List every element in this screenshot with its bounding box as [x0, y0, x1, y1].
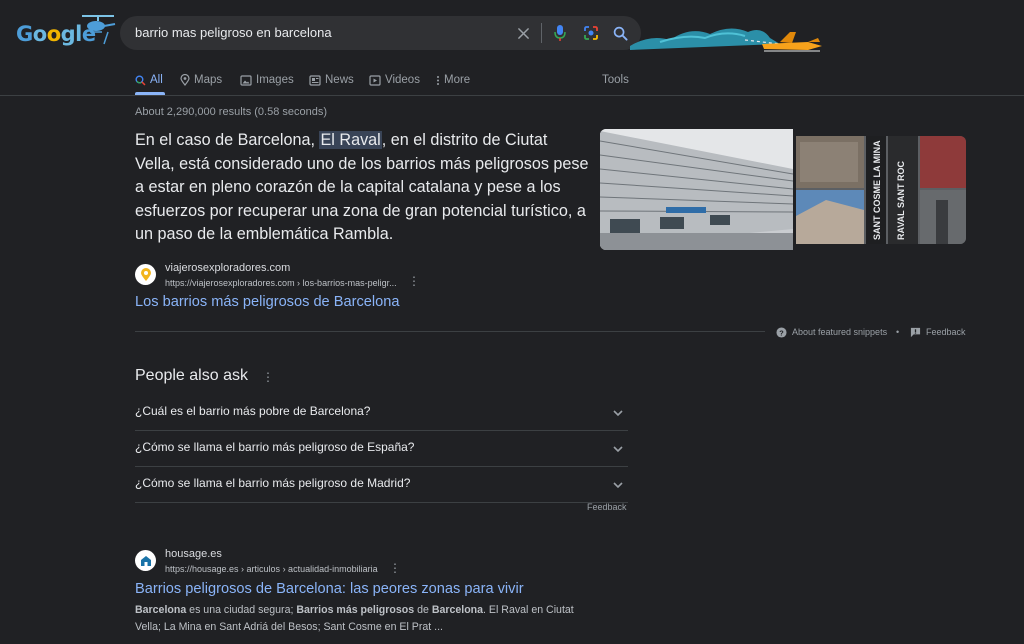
desc-bold: Barcelona — [135, 604, 187, 616]
google-doodle-logo[interactable]: Google — [16, 10, 116, 50]
tools-button[interactable]: Tools — [602, 70, 629, 90]
source-url: https://housage.es › articulos › actuali… — [165, 564, 378, 574]
about-snippets-label: About featured snippets — [792, 327, 888, 337]
tab-more[interactable]: More — [436, 70, 470, 90]
search-box[interactable] — [120, 16, 641, 50]
site-favicon — [135, 550, 156, 571]
tab-label: All — [150, 74, 163, 86]
search-icon[interactable] — [610, 23, 630, 43]
paa-question[interactable]: ¿Cuál es el barrio más pobre de Barcelon… — [135, 395, 628, 431]
featured-snippet-text: En el caso de Barcelona, El Raval, en el… — [135, 129, 590, 247]
tab-label: Images — [256, 74, 294, 86]
more-vert-icon — [437, 75, 439, 85]
paa-question[interactable]: ¿Cómo se llama el barrio más peligroso d… — [135, 467, 628, 503]
more-options-icon[interactable]: ⋮ — [389, 562, 401, 574]
snippet-result-link[interactable]: Los barrios más peligrosos de Barcelona — [135, 294, 399, 310]
paa-question-text: ¿Cómo se llama el barrio más peligroso d… — [135, 476, 411, 490]
featured-image-collage[interactable]: SANT COSME LA MINA RAVAL SANT ROC — [796, 136, 966, 244]
camera-lens-icon[interactable] — [581, 23, 601, 43]
header: Google — [0, 0, 1024, 66]
collage-label-2: RAVAL SANT ROC — [896, 160, 906, 240]
result-description: Barcelona es una ciudad segura; Barrios … — [135, 602, 585, 636]
snippet-text-before: En el caso de Barcelona, — [135, 131, 320, 149]
tools-label: Tools — [602, 74, 629, 86]
desc-bold: Barrios más peligrosos — [296, 604, 415, 616]
site-favicon — [135, 264, 156, 285]
about-featured-snippets-link[interactable]: ? About featured snippets — [776, 325, 887, 339]
result-title-link[interactable]: Barrios peligrosos de Barcelona: las peo… — [135, 581, 524, 597]
paa-question-text: ¿Cuál es el barrio más pobre de Barcelon… — [135, 404, 371, 418]
tab-maps[interactable]: Maps — [180, 70, 222, 90]
desc-text: de — [414, 604, 432, 616]
chevron-down-icon — [613, 446, 623, 453]
doodle-plane-illustration — [630, 28, 822, 52]
tab-label: Maps — [194, 74, 223, 86]
feedback-icon — [910, 327, 921, 337]
feedback-label: Feedback — [926, 327, 966, 337]
tab-label: Videos — [385, 74, 420, 86]
paa-feedback-link[interactable]: Feedback — [587, 502, 627, 512]
help-icon: ? — [776, 326, 787, 338]
result-stats: About 2,290,000 results (0.58 seconds) — [135, 106, 328, 118]
clear-icon[interactable] — [513, 23, 533, 43]
tab-videos[interactable]: Videos — [369, 70, 420, 90]
more-options-icon[interactable]: ⋮ — [408, 275, 420, 287]
search-icon — [135, 74, 146, 86]
people-also-ask-title: People also ask — [135, 367, 248, 384]
paa-question-text: ¿Cómo se llama el barrio más peligroso d… — [135, 440, 415, 454]
image-icon — [240, 74, 252, 86]
source-site-name: viajerosexploradores.com — [165, 262, 291, 274]
chevron-down-icon — [613, 482, 623, 489]
source-site-name: housage.es — [165, 548, 222, 560]
tab-images[interactable]: Images — [240, 70, 294, 90]
chevron-down-icon — [613, 410, 623, 417]
desc-bold: Barcelona — [431, 604, 484, 616]
snippet-feedback-link[interactable]: Feedback — [910, 325, 966, 339]
collage-label-1: SANT COSME LA MINA — [872, 140, 882, 240]
search-input[interactable] — [135, 16, 505, 50]
tab-news[interactable]: News — [309, 70, 354, 90]
microphone-icon[interactable] — [550, 23, 570, 43]
paa-question[interactable]: ¿Cómo se llama el barrio más peligroso d… — [135, 431, 628, 467]
tab-label: More — [444, 74, 471, 86]
helicopter-icon — [82, 15, 116, 45]
snippet-source[interactable]: viajerosexploradores.com https://viajero… — [135, 262, 435, 292]
bullet-separator: • — [896, 327, 900, 337]
source-url: https://viajerosexploradores.com › los-b… — [165, 278, 397, 288]
featured-image-building[interactable] — [600, 129, 793, 250]
news-icon — [309, 74, 321, 86]
desc-text: es una ciudad segura; — [186, 604, 297, 616]
svg-text:?: ? — [779, 328, 784, 337]
tab-all[interactable]: All — [135, 70, 163, 90]
snippet-highlight: El Raval — [319, 131, 382, 149]
paa-more-options-icon[interactable]: ⋮ — [262, 371, 274, 383]
tab-label: News — [325, 74, 354, 86]
search-box-divider — [541, 23, 542, 43]
map-pin-icon — [180, 74, 190, 86]
snippet-divider — [135, 331, 765, 332]
video-icon — [369, 74, 381, 86]
header-divider — [0, 95, 1024, 96]
